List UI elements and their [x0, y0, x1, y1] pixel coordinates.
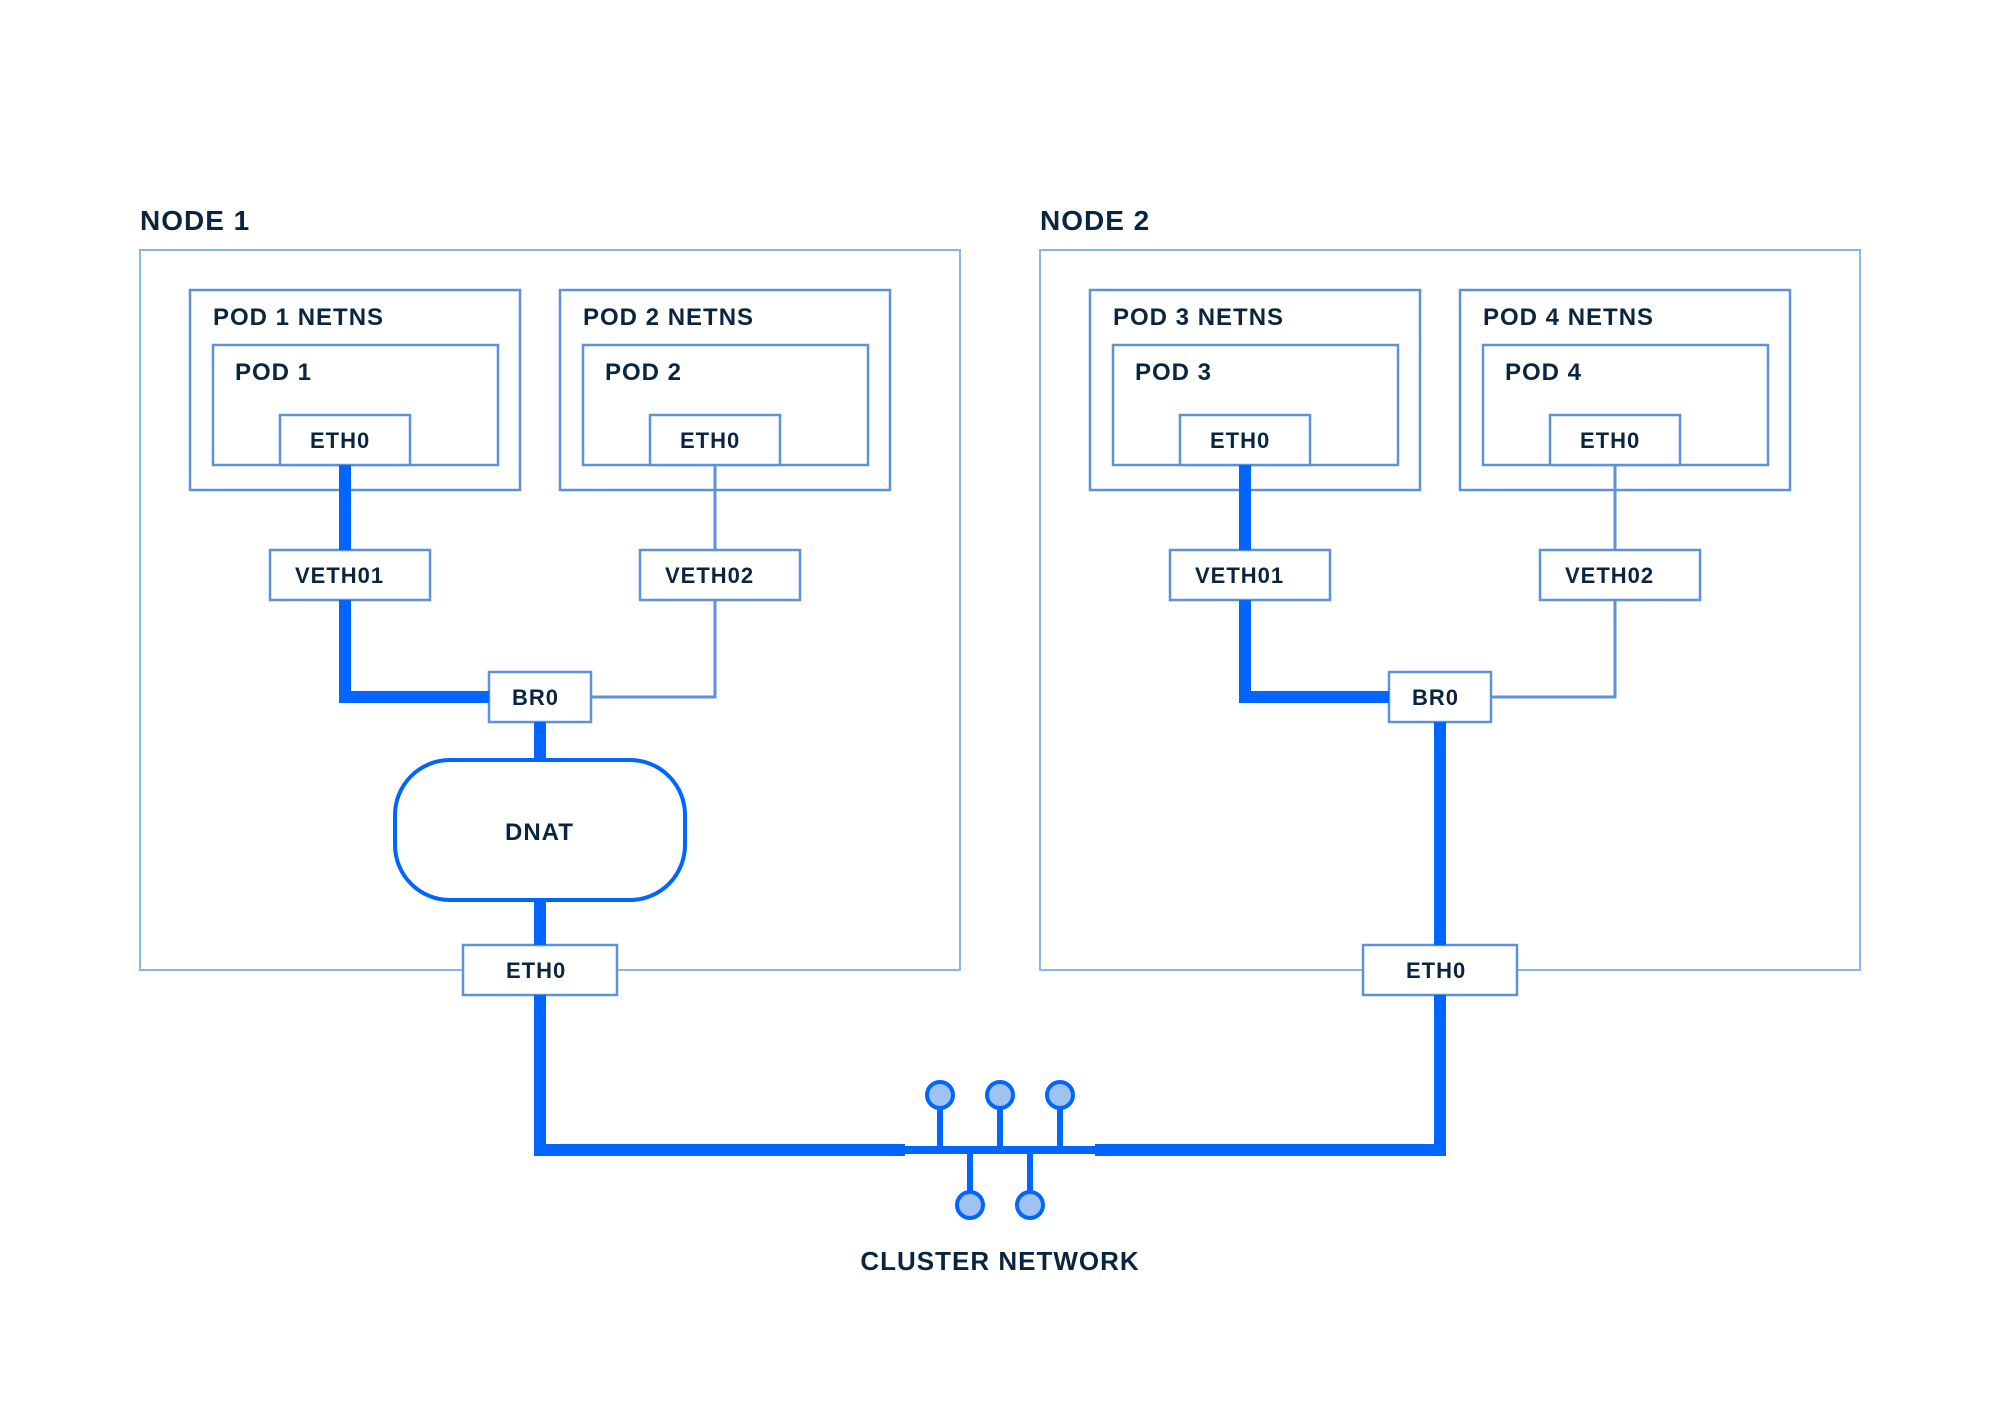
node2-veth02-label: VETH02 [1565, 563, 1654, 588]
node2-veth01-label: VETH01 [1195, 563, 1284, 588]
pod-4-netns-label: POD 4 NETNS [1483, 304, 1654, 331]
node-1-title: NODE 1 [140, 205, 250, 236]
node-2-title: NODE 2 [1040, 205, 1150, 236]
pod-3-netns: POD 3 NETNS POD 3 ETH0 [1090, 290, 1420, 490]
pod-2-netns-label: POD 2 NETNS [583, 304, 754, 331]
node1-veth02-label: VETH02 [665, 563, 754, 588]
node2-br0-label: BR0 [1412, 685, 1459, 710]
cluster-network: CLUSTER NETWORK [540, 995, 1440, 1276]
pod-4-label: POD 4 [1505, 359, 1582, 386]
cluster-switch-icon [905, 1082, 1095, 1218]
node1-host-eth0-label: ETH0 [506, 958, 566, 983]
pod-3-eth0-label: ETH0 [1210, 428, 1270, 453]
node1-br0-label: BR0 [512, 685, 559, 710]
cluster-network-label: CLUSTER NETWORK [860, 1246, 1139, 1276]
pod-4-netns: POD 4 NETNS POD 4 ETH0 [1460, 290, 1790, 490]
network-diagram: NODE 1 POD 1 NETNS POD 1 ETH0 POD 2 NETN… [0, 0, 2000, 1412]
pod-3-label: POD 3 [1135, 359, 1212, 386]
pod-3-netns-label: POD 3 NETNS [1113, 304, 1284, 331]
node-1: NODE 1 POD 1 NETNS POD 1 ETH0 POD 2 NETN… [140, 205, 960, 995]
node-2: NODE 2 POD 3 NETNS POD 3 ETH0 POD 4 NETN… [1040, 205, 1860, 995]
pod-4-eth0-label: ETH0 [1580, 428, 1640, 453]
node1-veth01-label: VETH01 [295, 563, 384, 588]
pod-1-netns-label: POD 1 NETNS [213, 304, 384, 331]
pod-2-label: POD 2 [605, 359, 682, 386]
node2-host-eth0-label: ETH0 [1406, 958, 1466, 983]
pod-2-netns: POD 2 NETNS POD 2 ETH0 [560, 290, 890, 490]
line-node2-to-cluster [1095, 995, 1440, 1150]
pod-1-eth0-label: ETH0 [310, 428, 370, 453]
pod-1-label: POD 1 [235, 359, 312, 386]
pod-2-eth0-label: ETH0 [680, 428, 740, 453]
dnat-label: DNAT [505, 819, 574, 846]
line-node1-to-cluster [540, 995, 905, 1150]
pod-1-netns: POD 1 NETNS POD 1 ETH0 [190, 290, 520, 490]
